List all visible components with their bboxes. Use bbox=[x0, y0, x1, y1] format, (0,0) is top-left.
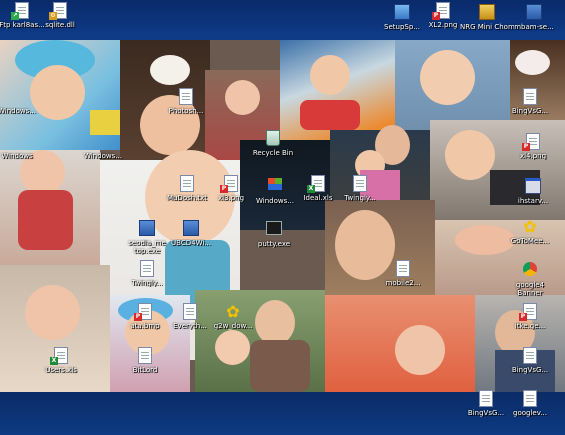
desktop-icon-twingly-2[interactable]: Twingly... bbox=[120, 260, 174, 287]
wallpaper-collage bbox=[0, 40, 565, 392]
document-icon bbox=[136, 347, 154, 365]
text-file-icon bbox=[178, 175, 196, 193]
desktop-icon-label: GoToMee... bbox=[510, 237, 550, 245]
desktop-icon-label: BitLord bbox=[132, 366, 158, 374]
shortcut-icon: ↗ bbox=[11, 2, 31, 20]
desktop-icon-label: Twingly... bbox=[344, 194, 376, 202]
exe-icon bbox=[138, 220, 156, 238]
desktop-icon-label: Twingly... bbox=[131, 279, 163, 287]
desktop-icon-label: Windows... bbox=[84, 152, 122, 160]
desktop-icon-label: Windows bbox=[1, 152, 33, 160]
desktop-icon-label: Photosh... bbox=[168, 107, 204, 115]
desktop-icon-mobile2[interactable]: mobile2... bbox=[376, 260, 430, 287]
excel-file-icon: X bbox=[50, 347, 70, 365]
desktop[interactable]: ↗ Ftp karl8as... ⚙ sqlite.dll SetupSp...… bbox=[0, 0, 565, 435]
folder-icon bbox=[94, 133, 112, 151]
image-file-icon: P bbox=[220, 175, 240, 193]
desktop-icon-ubcd[interactable]: UBCD4Wi... bbox=[164, 218, 218, 247]
flower-icon: ✿ bbox=[523, 217, 537, 236]
document-icon bbox=[394, 260, 412, 278]
document-icon bbox=[521, 88, 539, 106]
desktop-icon-putty[interactable]: putty.exe bbox=[247, 218, 301, 248]
image-file-icon: P bbox=[519, 303, 539, 321]
desktop-icon-label: Windows... bbox=[0, 107, 36, 115]
terminal-icon bbox=[265, 221, 283, 239]
desktop-icon-label: UBCD4Wi... bbox=[171, 239, 211, 247]
desktop-icon-label: BingVsG... bbox=[511, 107, 549, 115]
windows-flag-icon bbox=[266, 178, 284, 196]
desktop-icon-google4[interactable]: google4 Banner bbox=[503, 260, 557, 297]
desktop-icon-windows-1[interactable]: Windows... bbox=[0, 88, 44, 115]
desktop-icon-label: sqlite.dll bbox=[45, 21, 75, 29]
desktop-icon-label: g2w_dow... bbox=[213, 322, 253, 330]
window-icon bbox=[524, 178, 542, 196]
desktop-icon-label: putty.exe bbox=[257, 240, 291, 248]
desktop-icon-recycle-bin[interactable]: Recycle Bin bbox=[246, 128, 300, 157]
desktop-icon-bingvsg-1[interactable]: BingVsG... bbox=[503, 88, 557, 115]
image-file-icon: P bbox=[522, 133, 542, 151]
desktop-icon-g2w[interactable]: ✿ g2w_dow... bbox=[206, 302, 260, 331]
desktop-icon-twingly-1[interactable]: Twingly... bbox=[333, 175, 387, 202]
desktop-icon-nrg[interactable]: NRG Mini Chome V... bbox=[460, 2, 514, 31]
desktop-icon-label: googlev... bbox=[513, 409, 547, 417]
desktop-icon-xl4[interactable]: P xl4.png bbox=[506, 133, 560, 160]
desktop-icon-ihstar[interactable]: ihstarv... bbox=[506, 175, 560, 205]
folder-icon bbox=[8, 133, 26, 151]
desktop-icon-windows-2[interactable]: Windows bbox=[0, 133, 44, 160]
desktop-icon-label: NRG Mini Chome V... bbox=[460, 23, 514, 31]
document-icon bbox=[181, 303, 199, 321]
desktop-icon-label: BingVsG... bbox=[511, 366, 549, 374]
desktop-icon-label: mobile2... bbox=[385, 279, 421, 287]
document-icon bbox=[351, 175, 369, 193]
document-icon bbox=[177, 88, 195, 106]
desktop-icon-label: mbam-se... bbox=[514, 23, 554, 31]
desktop-icon-mbam[interactable]: mbam-se... bbox=[507, 2, 561, 31]
desktop-icon-sqlite[interactable]: ⚙ sqlite.dll bbox=[33, 2, 87, 29]
document-icon bbox=[521, 390, 539, 408]
desktop-icon-bingvsg-2[interactable]: BingVsG... bbox=[503, 347, 557, 374]
dll-file-icon: ⚙ bbox=[49, 2, 69, 20]
desktop-icon-gotomee[interactable]: ✿ GoToMee... bbox=[503, 217, 557, 246]
excel-file-icon: X bbox=[307, 175, 327, 193]
desktop-icon-photosh[interactable]: Photosh... bbox=[159, 88, 213, 115]
desktop-icon-label: xl4.png bbox=[519, 152, 547, 160]
desktop-icon-label: google4 Banner bbox=[515, 281, 545, 297]
chrome-icon bbox=[521, 262, 539, 280]
desktop-icon-googlev[interactable]: googlev... bbox=[503, 390, 557, 417]
desktop-icon-bitlord[interactable]: BitLord bbox=[118, 347, 172, 374]
flower-icon: ✿ bbox=[226, 302, 240, 321]
document-icon bbox=[477, 390, 495, 408]
desktop-icon-label: itke.ge... bbox=[514, 322, 546, 330]
document-icon bbox=[521, 347, 539, 365]
desktop-icon-label: ihstarv... bbox=[517, 197, 549, 205]
nrg-icon bbox=[478, 4, 496, 22]
image-file-icon: P bbox=[134, 303, 154, 321]
setup-icon bbox=[393, 4, 411, 22]
program-icon bbox=[525, 4, 543, 22]
desktop-icon-itke[interactable]: P itke.ge... bbox=[503, 303, 557, 330]
document-icon bbox=[138, 260, 156, 278]
desktop-icon-label: Recycle Bin bbox=[252, 149, 294, 157]
recycle-bin-icon bbox=[264, 130, 282, 148]
desktop-icon-users[interactable]: X Users.xls bbox=[34, 347, 88, 374]
image-file-icon: P bbox=[432, 2, 452, 20]
folder-icon bbox=[8, 88, 26, 106]
exe-icon bbox=[182, 220, 200, 238]
desktop-icon-label: Users.xls bbox=[45, 366, 77, 374]
desktop-icon-windows-3[interactable]: Windows... bbox=[76, 133, 130, 160]
